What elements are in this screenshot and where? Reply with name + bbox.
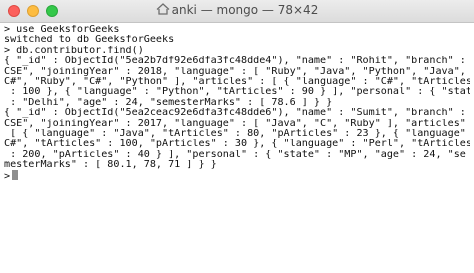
title-bar[interactable]: anki — mongo — 78×42	[0, 0, 474, 23]
home-icon	[156, 3, 170, 15]
terminal-line: C#", "Ruby", "C#", "Python" ], "articles…	[4, 76, 470, 87]
window-title-wrap: anki — mongo — 78×42	[0, 3, 474, 17]
terminal-line: mesterMarks" : [ 80.1, 78, 71 ] } }	[4, 160, 217, 171]
terminal-line: : "Delhi", "age" : 24, "semesterMarks" :…	[4, 97, 333, 108]
terminal-line: > use GeeksforGeeks	[4, 25, 120, 35]
terminal-line: { "_id" : ObjectId("5ea2b7df92e6dfa3fc48…	[4, 56, 470, 67]
terminal-line: : 200, "pArticles" : 40 } ], "personal" …	[4, 149, 466, 160]
terminal-line: : 100 }, { "language" : "Python", "tArti…	[4, 87, 470, 98]
prompt-line[interactable]: >	[4, 170, 470, 181]
window-title: anki — mongo — 78×42	[171, 3, 319, 17]
terminal-line: CSE", "joiningYear" : 2018, "language" :…	[4, 66, 470, 77]
terminal-line: CSE", "joiningYear" : 2017, "language" :…	[4, 118, 470, 129]
terminal-line: > db.contributor.find()	[4, 45, 144, 56]
prompt-symbol: >	[4, 171, 11, 181]
terminal-line: switched to db GeeksforGeeks	[4, 35, 175, 46]
terminal-output[interactable]: > use GeeksforGeeks switched to db Geeks…	[4, 25, 470, 181]
terminal-line: C#", "tArticles" : 100, "pArticles" : 30…	[4, 139, 470, 150]
terminal-line: { "_id" : ObjectId("5ea2ceac92e6dfa3fc48…	[4, 108, 470, 119]
terminal-window: anki — mongo — 78×42 > use GeeksforGeeks…	[0, 0, 474, 273]
terminal-line: [ { "language" : "Java", "tArticles" : 8…	[4, 128, 470, 139]
text-cursor	[12, 170, 19, 181]
